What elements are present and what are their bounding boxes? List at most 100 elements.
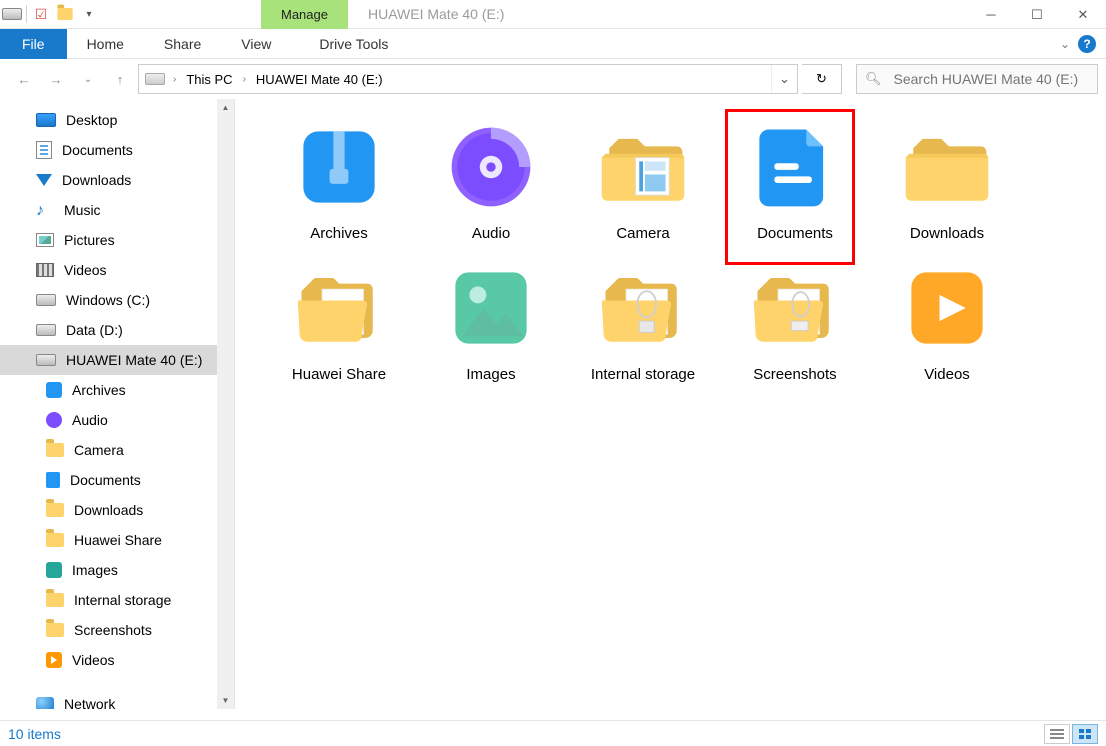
search-input[interactable]: [894, 71, 1089, 87]
grid-item-label: Huawei Share: [292, 366, 386, 383]
grid-item[interactable]: Images: [427, 260, 555, 383]
status-count: 10 items: [8, 726, 61, 742]
tree-item-label: Downloads: [74, 502, 143, 518]
scroll-down-icon[interactable]: ▼: [217, 692, 234, 709]
tree-item-icon: [46, 503, 64, 517]
tree-item[interactable]: Music: [0, 195, 234, 225]
nav-row: ← → ⌄ ↑ › This PC › HUAWEI Mate 40 (E:) …: [0, 59, 1106, 99]
tree-item[interactable]: Pictures: [0, 225, 234, 255]
tree-item-label: Videos: [64, 262, 107, 278]
tree-item[interactable]: Images: [0, 555, 234, 585]
tree-item-label: Music: [64, 202, 101, 218]
tree-item-label: Documents: [62, 142, 133, 158]
grid-item[interactable]: Huawei Share: [275, 260, 403, 383]
search-icon: 🔍︎: [865, 71, 882, 87]
close-button[interactable]: ✕: [1060, 0, 1106, 29]
help-icon[interactable]: ?: [1078, 35, 1096, 53]
chevron-right-icon[interactable]: ›: [169, 74, 180, 85]
tree-item[interactable]: Videos: [0, 645, 234, 675]
status-bar: 10 items: [0, 720, 1106, 746]
tree-item[interactable]: Internal storage: [0, 585, 234, 615]
breadcrumb-this-pc[interactable]: This PC: [180, 65, 238, 93]
tab-home[interactable]: Home: [67, 29, 144, 59]
tree-item-icon: [36, 354, 56, 366]
tree-item-label: Data (D:): [66, 322, 123, 338]
tree-item-label: Screenshots: [74, 622, 152, 638]
tab-drive-tools[interactable]: Drive Tools: [305, 29, 402, 59]
videos-icon: [899, 260, 995, 356]
tree-item[interactable]: Downloads: [0, 165, 234, 195]
tree-item-label: Windows (C:): [66, 292, 150, 308]
tree-item[interactable]: Windows (C:): [0, 285, 234, 315]
tree-item-icon: [46, 443, 64, 457]
tree-item-label: Huawei Share: [74, 532, 162, 548]
grid-item[interactable]: Archives: [275, 119, 403, 242]
tree-item[interactable]: Documents: [0, 135, 234, 165]
recent-locations-button[interactable]: ⌄: [74, 65, 102, 93]
grid-item-label: Audio: [472, 225, 510, 242]
minimize-button[interactable]: ─: [968, 0, 1014, 29]
grid-item-label: Camera: [616, 225, 669, 242]
grid-item[interactable]: Downloads: [883, 119, 1011, 242]
address-bar[interactable]: › This PC › HUAWEI Mate 40 (E:) ⌄: [138, 64, 798, 94]
tree-item-icon: [46, 652, 62, 668]
tree-item[interactable]: Camera: [0, 435, 234, 465]
view-large-icons-button[interactable]: [1072, 724, 1098, 744]
qat-properties-icon[interactable]: ☑: [29, 0, 53, 28]
tree-network[interactable]: Network: [0, 689, 234, 709]
refresh-button[interactable]: ↻: [802, 64, 842, 94]
tree-item-label: Images: [72, 562, 118, 578]
scroll-up-icon[interactable]: ▲: [217, 99, 234, 116]
grid-item[interactable]: Audio: [427, 119, 555, 242]
tree-item-icon: [36, 141, 52, 159]
file-tab[interactable]: File: [0, 29, 67, 59]
tree-item-icon: [36, 294, 56, 306]
grid-item[interactable]: Internal storage: [579, 260, 707, 383]
grid-item-label: Internal storage: [591, 366, 695, 383]
tree-item[interactable]: Audio: [0, 405, 234, 435]
tree-item[interactable]: Videos: [0, 255, 234, 285]
tree-item[interactable]: Desktop: [0, 105, 234, 135]
tree-item[interactable]: Screenshots: [0, 615, 234, 645]
back-button[interactable]: ←: [10, 65, 38, 93]
chevron-right-icon[interactable]: ›: [239, 74, 250, 85]
ribbon: File Home Share View Drive Tools ⌄ ?: [0, 29, 1106, 59]
ribbon-expand-icon[interactable]: ⌄: [1060, 37, 1070, 51]
contextual-tab-manage[interactable]: Manage: [261, 0, 348, 29]
tree-item[interactable]: Data (D:): [0, 315, 234, 345]
grid-item[interactable]: Videos: [883, 260, 1011, 383]
tree-item-label: Camera: [74, 442, 124, 458]
maximize-button[interactable]: ☐: [1014, 0, 1060, 29]
grid-item-label: Screenshots: [753, 366, 836, 383]
grid-item-label: Archives: [310, 225, 368, 242]
grid-item-label: Downloads: [910, 225, 984, 242]
grid-item[interactable]: Documents: [731, 119, 859, 242]
qat-new-folder-icon[interactable]: [53, 0, 77, 28]
tree-item[interactable]: Downloads: [0, 495, 234, 525]
tab-view[interactable]: View: [221, 29, 291, 59]
grid-item[interactable]: Screenshots: [731, 260, 859, 383]
tree-scrollbar[interactable]: ▲ ▼: [217, 99, 234, 709]
tab-share[interactable]: Share: [144, 29, 221, 59]
grid-item[interactable]: Camera: [579, 119, 707, 242]
tree-item[interactable]: Huawei Share: [0, 525, 234, 555]
tree-item-label: Audio: [72, 412, 108, 428]
tree-item-label: Archives: [72, 382, 126, 398]
forward-button[interactable]: →: [42, 65, 70, 93]
tree-item-icon: [36, 202, 54, 218]
tree-item-label: Internal storage: [74, 592, 171, 608]
address-dropdown-icon[interactable]: ⌄: [771, 65, 797, 93]
qat-customize-icon[interactable]: ▾: [77, 0, 101, 28]
tree-item-icon: [46, 623, 64, 637]
tree-item-icon: [36, 113, 56, 127]
tree-item[interactable]: HUAWEI Mate 40 (E:): [0, 345, 234, 375]
tree-item-label: Pictures: [64, 232, 115, 248]
breadcrumb-current[interactable]: HUAWEI Mate 40 (E:): [250, 65, 389, 93]
grid-item-label: Videos: [924, 366, 970, 383]
qat-drive-icon[interactable]: [0, 0, 24, 28]
search-box[interactable]: 🔍︎: [856, 64, 1098, 94]
view-details-button[interactable]: [1044, 724, 1070, 744]
tree-item[interactable]: Documents: [0, 465, 234, 495]
up-button[interactable]: ↑: [106, 65, 134, 93]
tree-item[interactable]: Archives: [0, 375, 234, 405]
